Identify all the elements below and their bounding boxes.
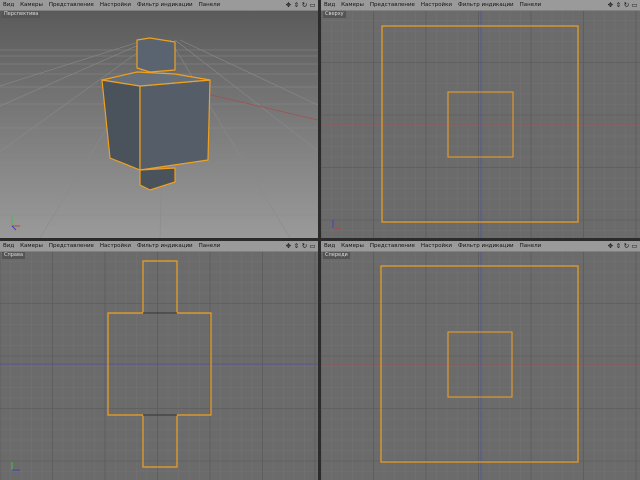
menu-display[interactable]: Представление bbox=[370, 241, 415, 251]
maximize-view-icon[interactable]: ▭ bbox=[631, 241, 638, 251]
move-view-icon[interactable]: ✥ bbox=[607, 0, 614, 10]
maximize-view-icon[interactable]: ▭ bbox=[309, 241, 316, 251]
rotate-view-icon[interactable]: ↻ bbox=[623, 0, 630, 10]
menu-options[interactable]: Настройки bbox=[421, 241, 452, 251]
viewport-front[interactable]: Вид Камеры Представление Настройки Фильт… bbox=[321, 241, 640, 480]
menu-options[interactable]: Настройки bbox=[100, 241, 131, 251]
menu-view[interactable]: Вид bbox=[324, 241, 335, 251]
zoom-view-icon[interactable]: ⇕ bbox=[293, 0, 300, 10]
menu-cameras[interactable]: Камеры bbox=[341, 241, 364, 251]
perspective-scene bbox=[0, 10, 318, 238]
menu-filter[interactable]: Фильтр индикации bbox=[137, 0, 193, 10]
viewport-menubar: Вид Камеры Представление Настройки Фильт… bbox=[321, 0, 640, 11]
viewport-label: Спереди bbox=[323, 252, 350, 259]
viewport-label: Справа bbox=[2, 252, 26, 259]
viewport-label: Сверху bbox=[323, 11, 346, 18]
menu-filter[interactable]: Фильтр индикации bbox=[458, 241, 514, 251]
menu-cameras[interactable]: Камеры bbox=[20, 0, 43, 10]
zoom-view-icon[interactable]: ⇕ bbox=[615, 241, 622, 251]
menu-view[interactable]: Вид bbox=[324, 0, 335, 10]
top-scene bbox=[321, 10, 640, 238]
move-view-icon[interactable]: ✥ bbox=[285, 0, 292, 10]
menu-panels[interactable]: Панели bbox=[520, 241, 542, 251]
menu-panels[interactable]: Панели bbox=[199, 241, 221, 251]
menu-display[interactable]: Представление bbox=[49, 0, 94, 10]
menu-filter[interactable]: Фильтр индикации bbox=[137, 241, 193, 251]
viewport-grid: Вид Камеры Представление Настройки Фильт… bbox=[0, 0, 640, 480]
menu-filter[interactable]: Фильтр индикации bbox=[458, 0, 514, 10]
viewport-label: Перспектива bbox=[2, 11, 41, 18]
front-scene bbox=[321, 251, 640, 480]
viewport-perspective[interactable]: Вид Камеры Представление Настройки Фильт… bbox=[0, 0, 318, 238]
move-view-icon[interactable]: ✥ bbox=[607, 241, 614, 251]
viewport-menubar: Вид Камеры Представление Настройки Фильт… bbox=[0, 241, 318, 252]
zoom-view-icon[interactable]: ⇕ bbox=[615, 0, 622, 10]
rotate-view-icon[interactable]: ↻ bbox=[301, 0, 308, 10]
viewport-menubar: Вид Камеры Представление Настройки Фильт… bbox=[321, 241, 640, 252]
menu-panels[interactable]: Панели bbox=[520, 0, 542, 10]
viewport-top[interactable]: Вид Камеры Представление Настройки Фильт… bbox=[321, 0, 640, 238]
viewport-right[interactable]: Вид Камеры Представление Настройки Фильт… bbox=[0, 241, 318, 480]
menu-view[interactable]: Вид bbox=[3, 241, 14, 251]
menu-display[interactable]: Представление bbox=[49, 241, 94, 251]
move-view-icon[interactable]: ✥ bbox=[285, 241, 292, 251]
right-scene bbox=[0, 251, 318, 480]
menu-cameras[interactable]: Камеры bbox=[341, 0, 364, 10]
maximize-view-icon[interactable]: ▭ bbox=[309, 0, 316, 10]
rotate-view-icon[interactable]: ↻ bbox=[301, 241, 308, 251]
viewport-menubar: Вид Камеры Представление Настройки Фильт… bbox=[0, 0, 318, 11]
zoom-view-icon[interactable]: ⇕ bbox=[293, 241, 300, 251]
menu-panels[interactable]: Панели bbox=[199, 0, 221, 10]
rotate-view-icon[interactable]: ↻ bbox=[623, 241, 630, 251]
menu-options[interactable]: Настройки bbox=[421, 0, 452, 10]
maximize-view-icon[interactable]: ▭ bbox=[631, 0, 638, 10]
menu-cameras[interactable]: Камеры bbox=[20, 241, 43, 251]
menu-display[interactable]: Представление bbox=[370, 0, 415, 10]
menu-view[interactable]: Вид bbox=[3, 0, 14, 10]
menu-options[interactable]: Настройки bbox=[100, 0, 131, 10]
